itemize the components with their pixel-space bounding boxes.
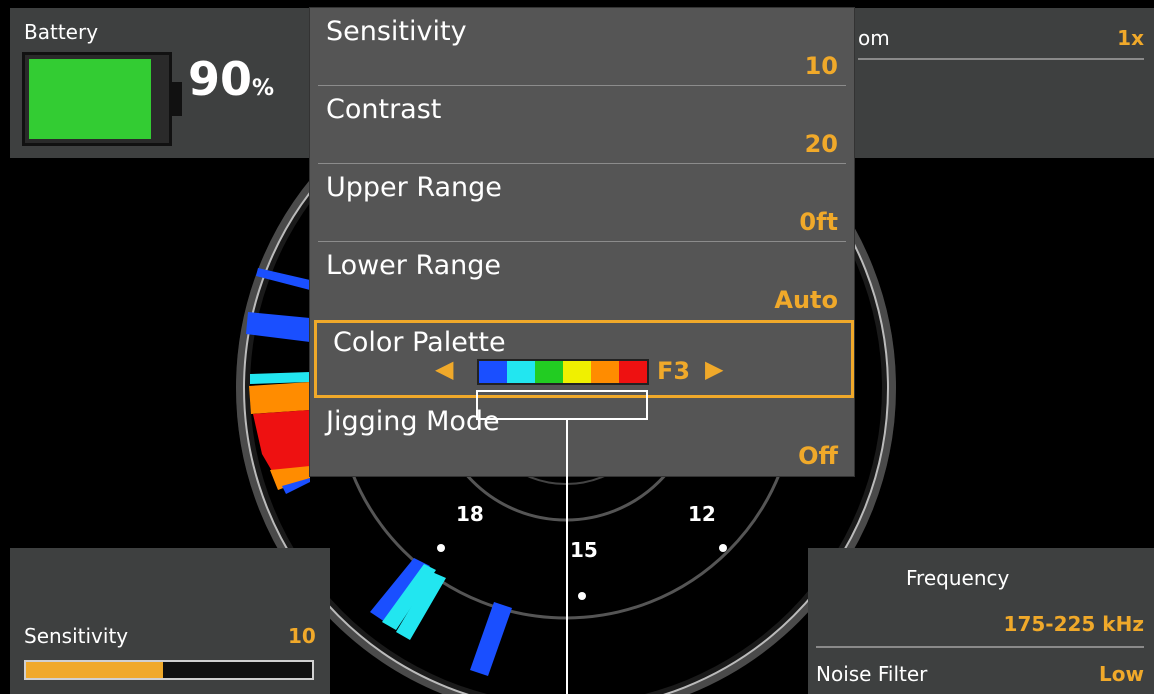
- flasher-return-orange: [249, 382, 310, 414]
- zoom-label: om: [858, 26, 890, 50]
- zoom-value: 1x: [1117, 26, 1144, 50]
- menu-item-sensitivity[interactable]: Sensitivity 10: [310, 8, 854, 86]
- sensitivity-bar: [24, 660, 314, 680]
- callout-highlight: [476, 390, 648, 420]
- menu-item-value: 20: [804, 130, 838, 158]
- dial-dot-18: [437, 544, 445, 552]
- zoom-panel: om 1x: [852, 8, 1154, 158]
- noise-filter-label: Noise Filter: [816, 662, 928, 686]
- menu-item-label: Lower Range: [326, 250, 502, 281]
- dial-label-12: 12: [688, 502, 716, 526]
- menu-item-value: 10: [804, 52, 838, 80]
- sensitivity-panel: Sensitivity 10: [10, 548, 330, 694]
- dial-label-18: 18: [456, 502, 484, 526]
- palette-swatch: [563, 361, 591, 383]
- battery-percent: 90%: [188, 52, 274, 106]
- divider: [858, 58, 1144, 60]
- dial-label-15: 15: [570, 538, 598, 562]
- menu-item-value: Off: [798, 442, 838, 470]
- frequency-panel: Frequency 175-225 kHz Noise Filter Low: [808, 548, 1154, 694]
- battery-label: Battery: [24, 20, 99, 44]
- battery-percent-value: 90: [188, 52, 253, 106]
- palette-swatch: [619, 361, 647, 383]
- menu-item-label: Jigging Mode: [326, 406, 500, 437]
- flasher-return-cyan: [250, 372, 310, 384]
- battery-panel: Battery 90%: [10, 8, 310, 158]
- frequency-value: 175-225 kHz: [1003, 612, 1144, 636]
- noise-filter-value: Low: [1099, 662, 1144, 686]
- callout-line: [566, 420, 568, 694]
- palette-right-arrow-icon[interactable]: ▶: [705, 355, 723, 383]
- frequency-label: Frequency: [906, 566, 1010, 590]
- battery-fill: [29, 59, 151, 139]
- sensitivity-bar-fill: [26, 662, 164, 678]
- menu-item-contrast[interactable]: Contrast 20: [310, 86, 854, 164]
- menu-item-label: Upper Range: [326, 172, 502, 203]
- palette-left-arrow-icon[interactable]: ◀: [435, 355, 453, 383]
- menu-item-label: Contrast: [326, 94, 442, 125]
- menu-item-value: 0ft: [799, 208, 838, 236]
- battery-icon: [22, 52, 172, 146]
- menu-item-lower-range[interactable]: Lower Range Auto: [310, 242, 854, 320]
- menu-item-upper-range[interactable]: Upper Range 0ft: [310, 164, 854, 242]
- dial-dot-12: [719, 544, 727, 552]
- divider: [816, 646, 1144, 648]
- sensitivity-label: Sensitivity: [24, 624, 129, 648]
- palette-swatch: [479, 361, 507, 383]
- color-palette-value: F3: [657, 357, 691, 385]
- dial-dot-15: [578, 592, 586, 600]
- menu-item-label: Sensitivity: [326, 16, 467, 47]
- menu-item-label: Color Palette: [333, 327, 506, 358]
- battery-percent-unit: %: [252, 76, 275, 101]
- sensitivity-value: 10: [288, 624, 316, 648]
- color-palette-swatches: [477, 359, 649, 385]
- palette-swatch: [591, 361, 619, 383]
- battery-terminal-icon: [172, 82, 182, 116]
- menu-item-color-palette[interactable]: Color Palette ◀ F3 ▶: [314, 320, 854, 398]
- palette-swatch: [535, 361, 563, 383]
- menu-item-value: Auto: [774, 286, 838, 314]
- palette-swatch: [507, 361, 535, 383]
